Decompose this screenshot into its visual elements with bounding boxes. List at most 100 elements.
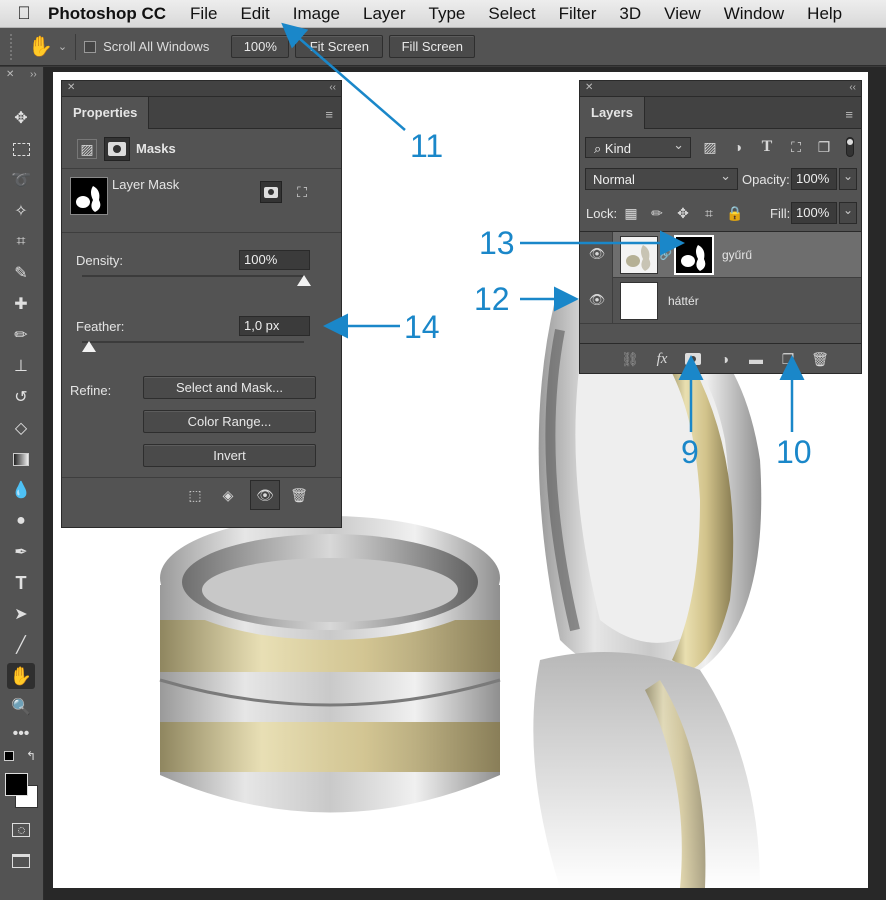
layers-menu-icon[interactable]: ≡ (845, 107, 853, 122)
feather-field[interactable]: 1,0 px (239, 316, 310, 336)
menu-select[interactable]: Select (488, 4, 535, 24)
gradient-tool-icon[interactable] (7, 446, 35, 472)
properties-menu-icon[interactable]: ≡ (325, 107, 333, 122)
filter-type-icon[interactable]: T (756, 137, 778, 157)
dodge-tool-icon[interactable]: ● (7, 508, 35, 534)
clone-stamp-tool-icon[interactable]: ⊥ (7, 353, 35, 379)
crop-tool-icon[interactable]: ⌗ (7, 229, 35, 255)
default-colors-icon[interactable] (4, 751, 14, 761)
layer-name[interactable]: gyűrű (722, 248, 752, 262)
fit-screen-button[interactable]: Fit Screen (295, 35, 384, 58)
density-field[interactable]: 100% (239, 250, 310, 270)
feather-slider-track[interactable] (82, 341, 304, 343)
new-group-icon[interactable]: ▬ (746, 349, 766, 369)
fill-dropdown-icon[interactable]: ⌄ (839, 202, 857, 224)
add-layer-mask-icon[interactable] (683, 349, 703, 369)
eraser-tool-icon[interactable]: ◇ (7, 415, 35, 441)
marquee-tool-icon[interactable] (7, 136, 35, 162)
filter-adjustment-icon[interactable]: ◑ (727, 137, 749, 157)
zoom-100-button[interactable]: 100% (231, 35, 290, 58)
swap-colors-icon[interactable]: ↰ (26, 749, 36, 763)
menu-3d[interactable]: 3D (619, 4, 641, 24)
color-range-button[interactable]: Color Range... (143, 410, 316, 433)
more-tools-icon[interactable]: ••• (7, 721, 35, 747)
fill-screen-button[interactable]: Fill Screen (389, 35, 476, 58)
menu-help[interactable]: Help (807, 4, 842, 24)
properties-close-icon[interactable]: ✕ (67, 82, 75, 93)
eye-icon[interactable]: 👁 (588, 245, 606, 263)
menu-type[interactable]: Type (429, 4, 466, 24)
layers-close-icon[interactable]: ✕ (585, 82, 593, 93)
menu-image[interactable]: Image (293, 4, 340, 24)
layer-row[interactable]: 👁 🔗 gyűrű (580, 232, 861, 278)
add-mask-icon[interactable] (260, 181, 282, 203)
new-layer-icon[interactable]: ❐ (778, 349, 798, 369)
filter-kind-dropdown[interactable]: ⌕ Kind (585, 137, 691, 158)
vector-mask-icon[interactable] (104, 137, 130, 161)
properties-collapse-icon[interactable]: ‹‹ (329, 82, 336, 93)
scroll-all-windows-checkbox[interactable] (84, 40, 97, 53)
menu-file[interactable]: File (190, 4, 217, 24)
lock-all-icon[interactable]: 🔒 (726, 204, 744, 222)
blur-tool-icon[interactable]: 💧 (7, 477, 35, 503)
line-tool-icon[interactable]: ╱ (7, 632, 35, 658)
toolbar-collapse-icon[interactable]: ›› (30, 69, 37, 80)
pen-tool-icon[interactable]: ✒ (7, 539, 35, 565)
link-layers-icon[interactable]: ⛓ (620, 349, 640, 369)
filter-shape-icon[interactable]: ⛶ (785, 137, 807, 157)
delete-mask-icon[interactable]: 🗑 (288, 484, 310, 506)
app-name-menu[interactable]: Photoshop CC (48, 4, 166, 24)
opacity-dropdown-icon[interactable]: ⌄ (839, 168, 857, 190)
fill-field[interactable]: 100% (791, 202, 837, 224)
type-tool-icon[interactable]: T (7, 570, 35, 596)
add-vector-mask-icon[interactable]: ⛶ (291, 181, 313, 203)
magic-wand-tool-icon[interactable]: ✧ (7, 198, 35, 224)
healing-brush-tool-icon[interactable]: ✚ (7, 291, 35, 317)
lasso-tool-icon[interactable]: ➰ (7, 167, 35, 193)
brush-tool-icon[interactable]: ✏ (7, 322, 35, 348)
tab-properties[interactable]: Properties (62, 97, 150, 129)
filter-smart-object-icon[interactable]: ❐ (813, 137, 835, 157)
move-tool-icon[interactable]: ✥ (7, 105, 35, 131)
toggle-mask-visibility-icon[interactable]: 👁 (250, 480, 280, 510)
foreground-color-swatch[interactable] (5, 773, 28, 796)
invert-button[interactable]: Invert (143, 444, 316, 467)
hand-tool-icon[interactable]: ✋ (7, 663, 35, 689)
lock-position-icon[interactable]: ✥ (674, 204, 692, 222)
load-selection-icon[interactable]: ⬚ (184, 484, 206, 506)
menu-edit[interactable]: Edit (240, 4, 269, 24)
lock-transparent-icon[interactable]: ▦ (622, 204, 640, 222)
layer-row[interactable]: 👁 háttér (580, 278, 861, 324)
menu-view[interactable]: View (664, 4, 701, 24)
mask-link-icon[interactable]: 🔗 (660, 247, 672, 263)
delete-layer-icon[interactable]: 🗑 (810, 349, 830, 369)
new-adjustment-layer-icon[interactable]: ◑ (715, 349, 735, 369)
pixel-mask-icon[interactable]: ▨ (77, 139, 97, 159)
quick-mask-icon[interactable] (7, 817, 35, 843)
apply-mask-icon[interactable]: ◈ (217, 484, 239, 506)
lock-artboard-icon[interactable]: ⌗ (700, 204, 718, 222)
layer-mask-thumbnail[interactable] (674, 235, 714, 275)
filter-pixel-icon[interactable]: ▨ (699, 137, 721, 157)
eyedropper-tool-icon[interactable]: ✎ (7, 260, 35, 286)
layers-collapse-icon[interactable]: ‹‹ (849, 82, 856, 93)
path-selection-tool-icon[interactable]: ➤ (7, 601, 35, 627)
zoom-tool-icon[interactable]: 🔍 (7, 694, 35, 720)
apple-icon[interactable]:  (0, 3, 48, 24)
density-slider-track[interactable] (82, 275, 304, 277)
eye-icon[interactable]: 👁 (588, 291, 606, 309)
menu-filter[interactable]: Filter (559, 4, 597, 24)
fx-icon[interactable]: fx (652, 349, 672, 369)
feather-slider-thumb[interactable] (81, 341, 96, 352)
lock-image-icon[interactable]: ✏ (648, 204, 666, 222)
opacity-field[interactable]: 100% (791, 168, 837, 190)
tab-layers[interactable]: Layers (580, 97, 645, 129)
screen-mode-icon[interactable] (7, 848, 35, 874)
menu-layer[interactable]: Layer (363, 4, 406, 24)
density-slider-thumb[interactable] (297, 275, 311, 286)
select-and-mask-button[interactable]: Select and Mask... (143, 376, 316, 399)
toolbar-close-icon[interactable]: ✕ (6, 69, 14, 80)
blend-mode-dropdown[interactable]: Normal (585, 168, 738, 190)
options-grip[interactable] (10, 33, 20, 60)
menu-window[interactable]: Window (724, 4, 784, 24)
